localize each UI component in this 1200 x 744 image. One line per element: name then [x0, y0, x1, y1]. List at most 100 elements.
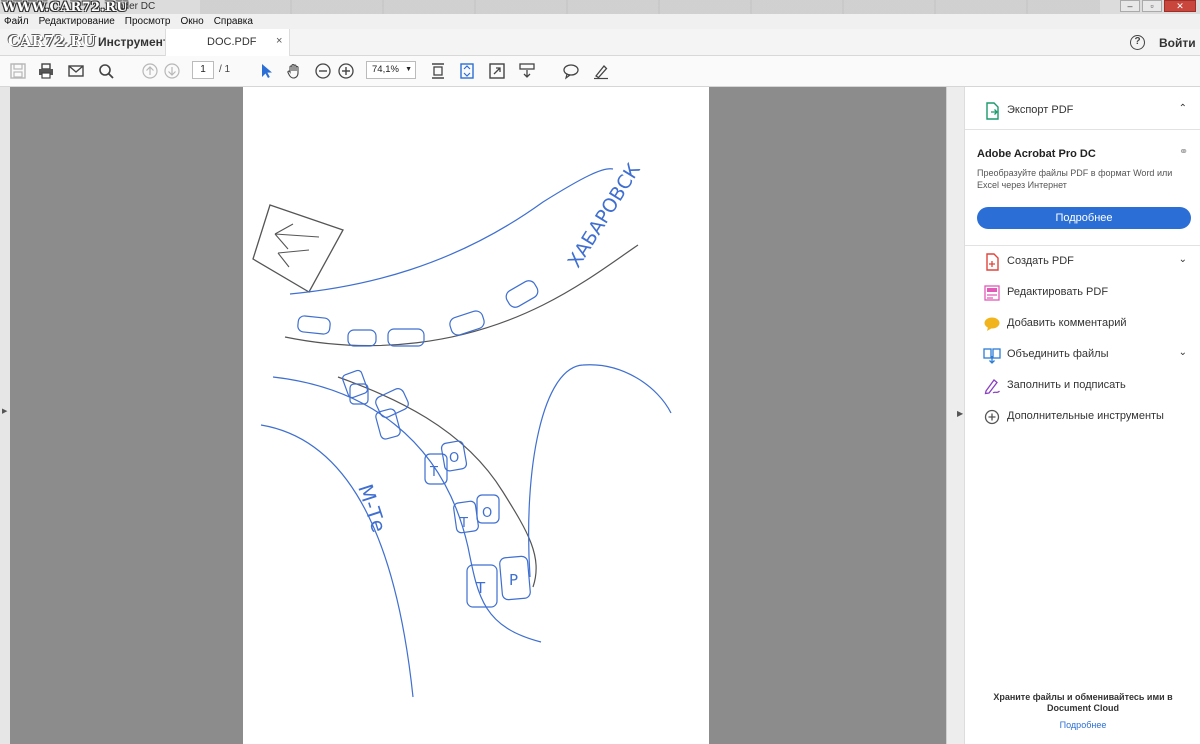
maximize-button[interactable]: ▫: [1142, 0, 1162, 12]
sign-in-link[interactable]: Войти: [1159, 36, 1196, 50]
document-cloud-text: Храните файлы и обменивайтесь ими в Docu…: [993, 692, 1173, 713]
cloud-link-icon[interactable]: ⚭: [1179, 145, 1188, 158]
full-screen-icon[interactable]: [487, 61, 507, 81]
highlight-pen-icon[interactable]: [591, 61, 611, 81]
close-tab-icon[interactable]: ×: [276, 35, 282, 47]
tool-label: Создать PDF: [1007, 255, 1074, 267]
road-edge: [272, 376, 542, 643]
page-total: / 1: [219, 64, 231, 75]
chevron-down-icon[interactable]: ⌄: [1179, 254, 1187, 265]
car-drawing: [347, 329, 377, 347]
fit-page-icon[interactable]: [457, 61, 477, 81]
export-pdf-icon: [983, 102, 1001, 120]
zoom-select[interactable]: 74,1% ▼: [366, 61, 416, 79]
hand-drawing: ХАБАРОВСК Т О Т О Т Р М-Те: [252, 159, 672, 698]
menu-window[interactable]: Окно: [180, 16, 203, 27]
car-mark: Т: [459, 516, 468, 531]
tool-edit-pdf[interactable]: Редактировать PDF: [965, 281, 1200, 305]
tool-label: Редактировать PDF: [1007, 286, 1109, 298]
page-up-icon[interactable]: [140, 61, 160, 81]
car-drawing: [297, 315, 331, 335]
menu-file[interactable]: Файл: [4, 16, 29, 27]
car-mark: Т: [429, 465, 438, 480]
tool-label: Добавить комментарий: [1007, 317, 1127, 329]
tool-fill-sign[interactable]: Заполнить и подписать: [965, 374, 1200, 398]
chevron-down-icon[interactable]: ⌄: [1179, 347, 1187, 358]
export-pdf-header[interactable]: Экспорт PDF ⌃: [965, 99, 1200, 123]
chevron-up-icon[interactable]: ⌃: [1179, 103, 1187, 114]
menu-bar: Файл Редактирование Просмотр Окно Справк…: [0, 14, 1200, 29]
menu-help[interactable]: Справка: [214, 16, 253, 27]
pdf-page: ХАБАРОВСК Т О Т О Т Р М-Те: [243, 87, 709, 744]
chevron-right-icon: ▶: [957, 409, 964, 418]
read-mode-icon[interactable]: [517, 61, 537, 81]
page-down-icon[interactable]: [162, 61, 182, 81]
tabs-bar: Инструменты DOC.PDF × ? Войти: [0, 29, 1200, 56]
scroll-mode-icon[interactable]: [428, 61, 448, 81]
car-drawing: [449, 310, 485, 336]
more-tools-icon: [983, 408, 1001, 426]
search-icon[interactable]: [96, 61, 116, 81]
divider: [965, 129, 1200, 130]
print-icon[interactable]: [36, 61, 56, 81]
car-mark: О: [482, 506, 492, 521]
promo-text: Преобразуйте файлы PDF в формат Word или…: [977, 168, 1173, 190]
comment-icon[interactable]: [561, 61, 581, 81]
window-controls: – ▫ ✕: [1118, 0, 1196, 14]
chevron-down-icon: ▼: [405, 66, 412, 73]
comment-icon: [983, 315, 1001, 333]
title-bar: ader DC – ▫ ✕: [0, 0, 1200, 14]
watermark-logo: WWW.CAR72.RU: [2, 0, 128, 15]
car-drawing: [505, 280, 539, 308]
select-arrow-icon[interactable]: [256, 61, 276, 81]
viewport-background: [709, 87, 946, 744]
tool-add-comment[interactable]: Добавить комментарий: [965, 312, 1200, 336]
save-icon[interactable]: [8, 61, 28, 81]
document-cloud-learn-more-link[interactable]: Подробнее: [965, 720, 1200, 730]
tool-more-tools[interactable]: Дополнительные инструменты: [965, 405, 1200, 429]
help-icon[interactable]: ?: [1130, 35, 1145, 50]
zoom-value: 74,1%: [372, 64, 399, 75]
car-drawing: [375, 388, 409, 418]
create-pdf-icon: [983, 253, 1001, 271]
road-edge: [337, 376, 537, 588]
close-window-button[interactable]: ✕: [1164, 0, 1196, 12]
tool-label: Дополнительные инструменты: [1007, 410, 1164, 422]
label-m-te: М-Те: [353, 481, 391, 535]
viewport-background: [10, 87, 243, 744]
left-pane-toggle[interactable]: ▶: [0, 87, 10, 744]
watermark-logo-secondary: CAR72.RU: [8, 32, 96, 50]
tool-label: Заполнить и подписать: [1007, 379, 1126, 391]
export-pdf-label: Экспорт PDF: [1007, 104, 1074, 116]
hand-tool-icon[interactable]: [284, 61, 304, 81]
tool-label: Объединить файлы: [1007, 348, 1109, 360]
right-pane-toggle[interactable]: ▶: [946, 87, 964, 744]
learn-more-button[interactable]: Подробнее: [977, 207, 1191, 229]
menu-view[interactable]: Просмотр: [125, 16, 171, 27]
email-icon[interactable]: [66, 61, 86, 81]
page-number-input[interactable]: 1: [192, 61, 214, 79]
divider: [965, 245, 1200, 246]
chevron-right-icon: ▶: [2, 408, 8, 415]
fill-sign-icon: [983, 377, 1001, 395]
minimize-button[interactable]: –: [1120, 0, 1140, 12]
menu-edit[interactable]: Редактирование: [39, 16, 115, 27]
tool-create-pdf[interactable]: Создать PDF ⌄: [965, 250, 1200, 274]
road-edge: [528, 364, 672, 578]
promo-title: Adobe Acrobat Pro DC: [977, 148, 1096, 160]
combine-files-icon: [983, 346, 1001, 364]
tools-pane: Экспорт PDF ⌃ Adobe Acrobat Pro DC ⚭ Пре…: [964, 87, 1200, 744]
road-sign-drawing: [252, 204, 344, 293]
car-mark: Р: [509, 571, 518, 589]
tab-document-label: DOC.PDF: [207, 36, 257, 48]
zoom-out-icon[interactable]: [313, 61, 333, 81]
car-mark: О: [449, 451, 459, 466]
car-mark: Т: [475, 579, 486, 597]
road-edge: [289, 168, 614, 295]
tool-combine-files[interactable]: Объединить файлы ⌄: [965, 343, 1200, 367]
toolbar: [0, 56, 1200, 87]
zoom-in-icon[interactable]: [336, 61, 356, 81]
browser-tabstrip: [200, 0, 1100, 14]
road-edge: [260, 424, 414, 698]
tab-document[interactable]: DOC.PDF ×: [165, 29, 290, 56]
